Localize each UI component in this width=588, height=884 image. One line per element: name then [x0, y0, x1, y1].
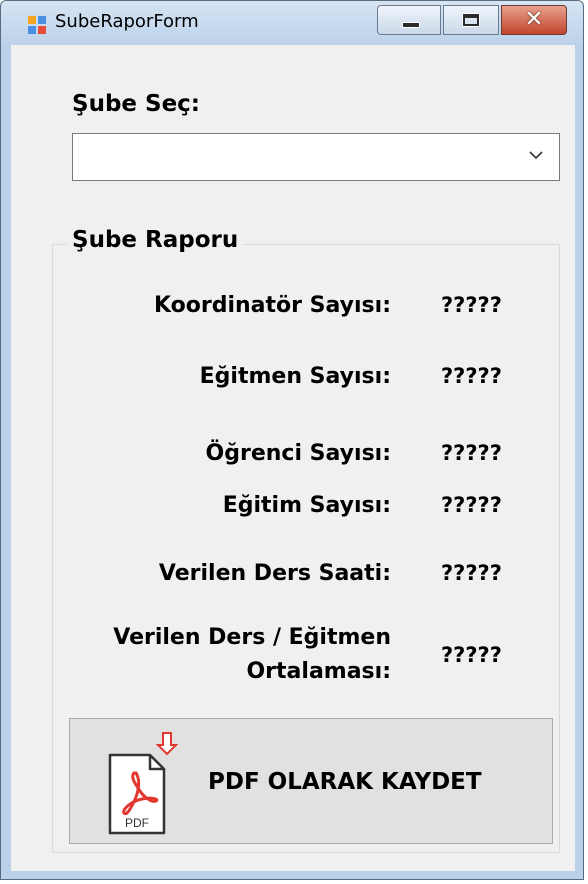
title-bar[interactable]: SubeRaporForm ✕	[1, 1, 583, 45]
training-count-label: Eğitim Sayısı:	[222, 493, 391, 518]
window: SubeRaporForm ✕ Şube Seç: Şube Raporu Ko…	[0, 0, 584, 880]
training-count-value: ?????	[441, 493, 502, 517]
lesson-hours-value: ?????	[441, 561, 502, 585]
window-title: SubeRaporForm	[55, 11, 199, 32]
save-as-pdf-button[interactable]: PDF PDF OLARAK KAYDET	[69, 718, 553, 844]
student-count-value: ?????	[441, 441, 502, 465]
lesson-hours-label: Verilen Ders Saati:	[158, 561, 391, 586]
lesson-per-trainer-label-line1: Verilen Ders / Eğitmen	[113, 625, 391, 650]
save-as-pdf-label: PDF OLARAK KAYDET	[208, 769, 482, 795]
app-form-icon	[28, 16, 46, 34]
trainer-count-value: ?????	[441, 364, 502, 388]
pdf-file-icon: PDF	[108, 732, 178, 835]
maximize-icon	[462, 13, 480, 27]
form-client-area: Şube Seç: Şube Raporu Koordinatör Sayısı…	[11, 45, 575, 871]
close-icon: ✕	[524, 7, 544, 32]
coordinator-count-label: Koordinatör Sayısı:	[153, 293, 391, 318]
svg-text:PDF: PDF	[125, 816, 149, 830]
branch-select-label: Şube Seç:	[72, 91, 201, 117]
minimize-icon	[402, 22, 420, 28]
lesson-per-trainer-value: ?????	[441, 643, 502, 667]
maximize-button[interactable]	[443, 5, 499, 35]
branch-combobox[interactable]	[72, 133, 560, 181]
close-button[interactable]: ✕	[501, 5, 567, 35]
chevron-down-icon[interactable]	[525, 144, 547, 166]
coordinator-count-value: ?????	[441, 293, 502, 317]
branch-report-title: Şube Raporu	[66, 227, 245, 253]
student-count-label: Öğrenci Sayısı:	[205, 441, 391, 466]
lesson-per-trainer-label-line2: Ortalaması:	[246, 659, 391, 684]
trainer-count-label: Eğitmen Sayısı:	[199, 364, 391, 389]
minimize-button[interactable]	[377, 5, 441, 35]
